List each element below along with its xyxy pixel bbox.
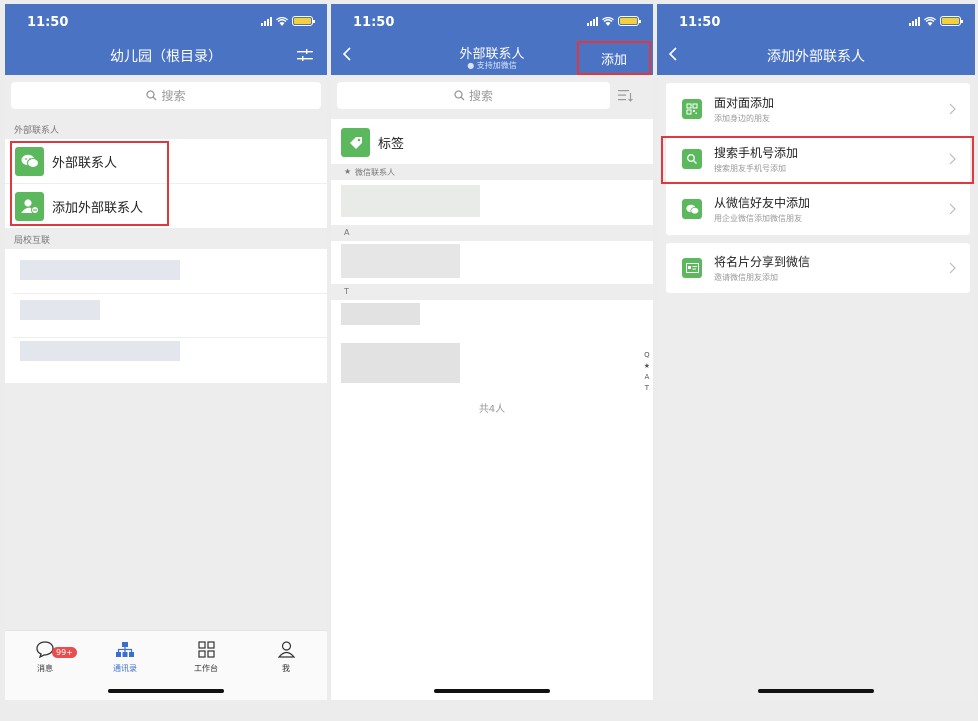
org-chart-icon [116,642,134,657]
wifi-icon [276,16,288,26]
search-icon [146,90,157,101]
qr-code-icon [682,99,702,119]
section-letter-t: T [331,284,653,300]
row-tags[interactable]: 标签 [331,121,653,164]
page-title: 添加外部联系人 [767,49,865,65]
status-icons [909,16,963,26]
blurred-contact [341,303,420,325]
filter-settings-icon[interactable] [297,48,313,62]
star-icon: ★ [344,167,352,176]
section-school-label: 局校互联 [14,236,51,246]
status-icons [261,16,315,26]
search-placeholder: 搜索 [468,89,493,103]
alphabet-index[interactable]: Q ★ A T [644,350,650,394]
section-external-label: 外部联系人 [14,126,60,136]
contact-count: 共4人 [478,404,506,415]
header-bar: 11:50 外部联系人 ● 支持加微信 添加 [331,4,653,75]
wechat-small-icon: ● [467,61,477,70]
screen-external-contacts: 11:50 外部联系人 ● 支持加微信 添加 搜索 标签 ★ 微信联系人 A T… [331,4,653,700]
page-title: 幼儿园（根目录） [110,49,222,65]
divider [13,293,327,294]
status-icons [587,16,641,26]
index-a[interactable]: A [644,372,650,383]
option-title: 将名片分享到微信 [714,255,811,269]
grid-icon [197,641,215,658]
blurred-item [20,260,180,280]
index-star[interactable]: ★ [644,361,650,372]
option-subtitle: 邀请微信朋友添加 [714,273,778,282]
screen-contacts-root: 11:50 幼儿园（根目录） 搜索 外部联系人 外部联系人 添加外部联系人 局校… [5,4,327,700]
home-indicator [758,689,874,693]
status-time: 11:50 [353,15,395,30]
share-card: 将名片分享到微信 邀请微信朋友添加 [666,243,970,293]
blurred-contact [341,343,460,383]
blurred-contact [341,185,480,217]
blurred-contact [341,244,460,278]
sort-icon[interactable] [618,89,633,102]
signal-icon [909,16,920,26]
wifi-icon [602,16,614,26]
section-wechat-label: 微信联系人 [355,168,395,177]
index-search[interactable]: Q [644,350,650,361]
option-title: 从微信好友中添加 [714,196,811,210]
tab-workbench-label: 工作台 [194,664,218,673]
home-indicator [434,689,550,693]
add-button-label: 添加 [600,52,627,68]
letter-a: A [344,228,350,237]
chevron-right-icon [949,203,956,215]
subtitle-text: 支持加微信 [476,61,517,70]
blurred-item [20,300,100,320]
wechat-icon [682,199,702,219]
signal-icon [587,16,598,26]
battery-icon [292,16,315,26]
person-icon [277,641,295,658]
tab-me-label: 我 [282,664,290,673]
search-icon [454,90,465,101]
row-tags-label: 标签 [378,137,405,152]
section-wechat: ★ 微信联系人 [331,164,653,180]
message-icon [36,641,54,658]
wifi-icon [924,16,936,26]
index-t[interactable]: T [644,383,650,394]
option-title: 面对面添加 [714,96,775,110]
home-indicator [108,689,224,693]
option-face-to-face[interactable]: 面对面添加 添加身边的朋友 [666,84,970,134]
option-wechat-friends[interactable]: 从微信好友中添加 用企业微信添加微信朋友 [666,184,970,234]
signal-icon [261,16,272,26]
screen-add-external-contact: 11:50 添加外部联系人 面对面添加 添加身边的朋友 搜索手机号添加 搜索朋友… [657,4,975,700]
header-bar: 11:50 幼儿园（根目录） [5,4,327,75]
unread-badge: 99+ [52,647,77,658]
search-placeholder: 搜索 [161,89,186,103]
option-share-card[interactable]: 将名片分享到微信 邀请微信朋友添加 [666,243,970,293]
letter-t: T [344,287,349,296]
add-button[interactable]: 添加 [577,41,651,75]
highlight-box [661,136,974,184]
tab-workbench[interactable]: 工作台 [176,641,236,674]
chevron-right-icon [949,262,956,274]
tab-contacts-label: 通讯录 [113,664,137,673]
blurred-item [20,341,180,361]
business-card-icon [682,258,702,278]
tab-me[interactable]: 我 [256,641,316,674]
highlight-box [10,141,169,226]
search-input[interactable]: 搜索 [337,82,610,109]
battery-icon [618,16,641,26]
option-subtitle: 添加身边的朋友 [714,114,770,123]
search-input[interactable]: 搜索 [11,82,321,109]
tab-contacts[interactable]: 通讯录 [95,641,155,674]
divider [13,337,327,338]
status-time: 11:50 [679,15,721,30]
section-letter-a: A [331,225,653,241]
option-subtitle: 用企业微信添加微信朋友 [714,214,802,223]
tab-messages[interactable]: 消息 99+ [15,641,77,674]
chevron-right-icon [949,103,956,115]
battery-icon [940,16,963,26]
status-time: 11:50 [27,15,69,30]
tab-messages-label: 消息 [37,664,53,673]
tag-icon [341,128,370,157]
header-bar: 11:50 添加外部联系人 [657,4,975,75]
bottom-tab-bar: 消息 99+ 通讯录 工作台 我 [5,630,327,700]
